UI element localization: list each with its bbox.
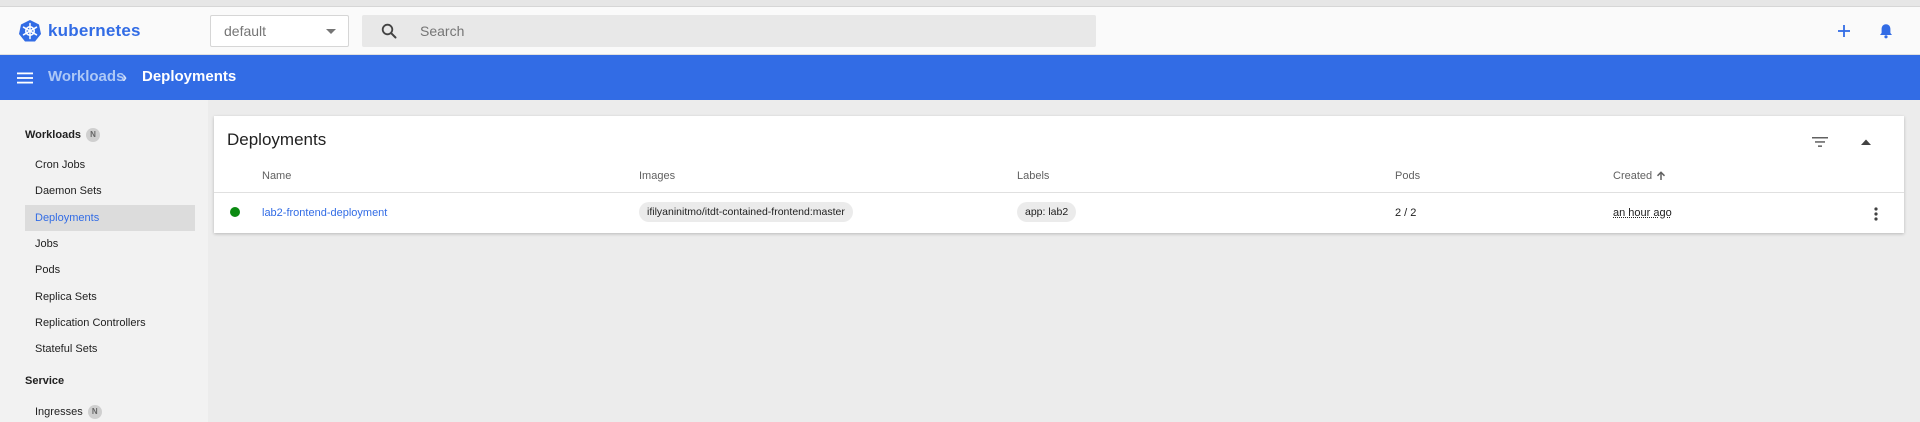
sidebar-item-deployments[interactable]: Deployments (25, 205, 195, 231)
nav-section-title: Workloads (25, 129, 81, 141)
bell-icon (1879, 23, 1893, 39)
browser-top-strip (0, 0, 1920, 7)
breadcrumb-current: Deployments (142, 68, 236, 85)
sidebar-item-daemon-sets[interactable]: Daemon Sets (25, 178, 195, 204)
header-divider (214, 192, 1904, 193)
sidebar-item-replication-controllers[interactable]: Replication Controllers (25, 310, 195, 336)
created-time: an hour ago (1613, 207, 1672, 219)
search-icon (381, 23, 397, 39)
sidebar-item-label: Jobs (35, 231, 58, 257)
nav-section-workloads[interactable]: Workloads N (25, 128, 100, 142)
namespace-value: default (224, 23, 266, 39)
top-toolbar: kubernetes default (0, 7, 1920, 55)
plus-icon (1837, 24, 1851, 38)
sidebar-item-label: Ingresses (35, 399, 83, 422)
dropdown-caret-icon (326, 29, 336, 34)
deployment-name-link[interactable]: lab2-frontend-deployment (262, 207, 387, 219)
column-header-pods: Pods (1395, 170, 1420, 182)
sidebar-item-label: Deployments (35, 205, 99, 231)
new-badge: N (86, 128, 100, 142)
sidebar-item-replica-sets[interactable]: Replica Sets (25, 284, 195, 310)
row-actions-button[interactable] (1864, 202, 1888, 226)
column-header-label: Created (1613, 170, 1652, 182)
sidebar-item-label: Daemon Sets (35, 178, 102, 204)
chevron-up-icon (1861, 139, 1871, 145)
column-header-created[interactable]: Created (1613, 170, 1666, 182)
nav-section-service[interactable]: Service (25, 375, 64, 387)
sidebar-item-jobs[interactable]: Jobs (25, 231, 195, 257)
deployments-card: Deployments Name Images Labels Pods Crea… (214, 116, 1904, 233)
sidebar-item-label: Cron Jobs (35, 152, 85, 178)
column-header-name[interactable]: Name (262, 170, 291, 182)
sort-ascending-icon (1656, 171, 1666, 181)
brand-name: kubernetes (48, 21, 141, 41)
kubernetes-logo[interactable]: kubernetes (18, 19, 141, 43)
status-running-icon (230, 207, 240, 217)
sidebar-item-stateful-sets[interactable]: Stateful Sets (25, 336, 195, 362)
sidebar-item-label: Stateful Sets (35, 336, 97, 362)
sidebar-item-cron-jobs[interactable]: Cron Jobs (25, 152, 195, 178)
helm-wheel-icon (18, 19, 42, 43)
sidebar-nav: Workloads N Cron Jobs Daemon Sets Deploy… (0, 100, 208, 422)
breadcrumb-separator-icon: › (122, 69, 127, 86)
image-chip: ifilyaninitmo/itdt-contained-frontend:ma… (639, 202, 853, 222)
pods-count: 2 / 2 (1395, 207, 1416, 219)
sidebar-item-label: Replication Controllers (35, 310, 146, 336)
filter-button[interactable] (1808, 130, 1832, 154)
search-input[interactable] (420, 15, 1080, 47)
card-title: Deployments (227, 130, 326, 150)
breadcrumb-workloads[interactable]: Workloads (48, 68, 124, 85)
nav-section-title: Service (25, 375, 64, 387)
notifications-button[interactable] (1874, 19, 1898, 43)
new-badge: N (88, 405, 102, 419)
filter-icon (1812, 136, 1828, 148)
sidebar-item-ingresses[interactable]: Ingresses N (25, 399, 195, 422)
column-header-images: Images (639, 170, 675, 182)
sidebar-item-label: Replica Sets (35, 284, 97, 310)
app-bar: Workloads › Deployments (0, 55, 1920, 100)
sidebar-item-label: Pods (35, 257, 60, 283)
namespace-select[interactable]: default (210, 15, 349, 47)
column-header-labels: Labels (1017, 170, 1049, 182)
more-vertical-icon (1874, 207, 1878, 221)
search-bar[interactable] (362, 15, 1096, 47)
sidebar-item-pods[interactable]: Pods (25, 257, 195, 283)
hamburger-menu-icon[interactable] (16, 69, 34, 87)
collapse-button[interactable] (1854, 130, 1878, 154)
label-chip: app: lab2 (1017, 202, 1076, 222)
create-button[interactable] (1832, 19, 1856, 43)
